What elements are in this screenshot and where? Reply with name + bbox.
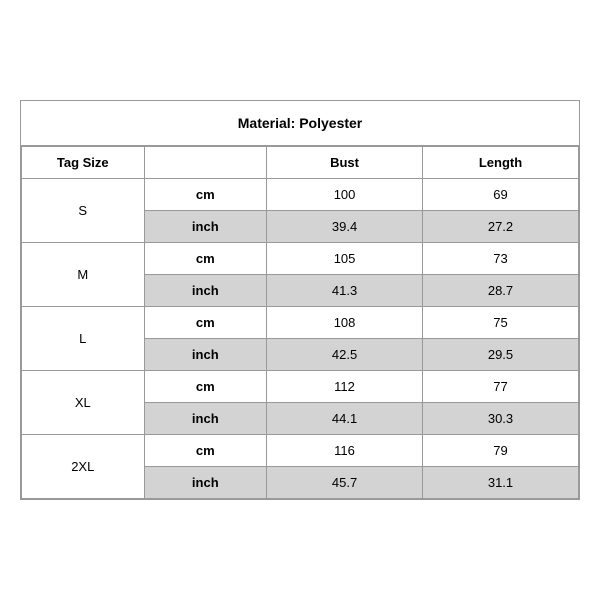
material-text: Material: Polyester	[238, 115, 363, 131]
bust-inch-value: 45.7	[267, 467, 423, 499]
unit-inch: inch	[144, 467, 267, 499]
bust-cm-value: 116	[267, 435, 423, 467]
table-row: Mcm10573	[22, 243, 579, 275]
bust-cm-value: 105	[267, 243, 423, 275]
size-label: XL	[22, 371, 145, 435]
length-cm-value: 75	[423, 307, 579, 339]
unit-cm: cm	[144, 371, 267, 403]
length-cm-value: 77	[423, 371, 579, 403]
length-inch-value: 27.2	[423, 211, 579, 243]
length-cm-value: 69	[423, 179, 579, 211]
table-row: XLcm11277	[22, 371, 579, 403]
length-cm-value: 73	[423, 243, 579, 275]
length-inch-value: 29.5	[423, 339, 579, 371]
bust-cm-value: 108	[267, 307, 423, 339]
unit-inch: inch	[144, 211, 267, 243]
unit-inch: inch	[144, 403, 267, 435]
bust-cm-value: 100	[267, 179, 423, 211]
size-chart-container: Material: Polyester Tag Size Bust Length…	[20, 100, 580, 500]
size-label: M	[22, 243, 145, 307]
col-header-bust: Bust	[267, 147, 423, 179]
material-header: Material: Polyester	[21, 101, 579, 146]
bust-cm-value: 112	[267, 371, 423, 403]
size-label: 2XL	[22, 435, 145, 499]
unit-inch: inch	[144, 339, 267, 371]
col-header-length: Length	[423, 147, 579, 179]
bust-inch-value: 44.1	[267, 403, 423, 435]
length-inch-value: 28.7	[423, 275, 579, 307]
bust-inch-value: 41.3	[267, 275, 423, 307]
bust-inch-value: 39.4	[267, 211, 423, 243]
unit-inch: inch	[144, 275, 267, 307]
unit-cm: cm	[144, 307, 267, 339]
bust-inch-value: 42.5	[267, 339, 423, 371]
table-row: Lcm10875	[22, 307, 579, 339]
table-row: Scm10069	[22, 179, 579, 211]
unit-cm: cm	[144, 243, 267, 275]
unit-cm: cm	[144, 435, 267, 467]
size-table: Tag Size Bust Length Scm10069inch39.427.…	[21, 146, 579, 499]
table-row: 2XLcm11679	[22, 435, 579, 467]
length-cm-value: 79	[423, 435, 579, 467]
unit-cm: cm	[144, 179, 267, 211]
length-inch-value: 30.3	[423, 403, 579, 435]
size-label: S	[22, 179, 145, 243]
col-header-tag-size: Tag Size	[22, 147, 145, 179]
size-label: L	[22, 307, 145, 371]
col-header-unit	[144, 147, 267, 179]
length-inch-value: 31.1	[423, 467, 579, 499]
